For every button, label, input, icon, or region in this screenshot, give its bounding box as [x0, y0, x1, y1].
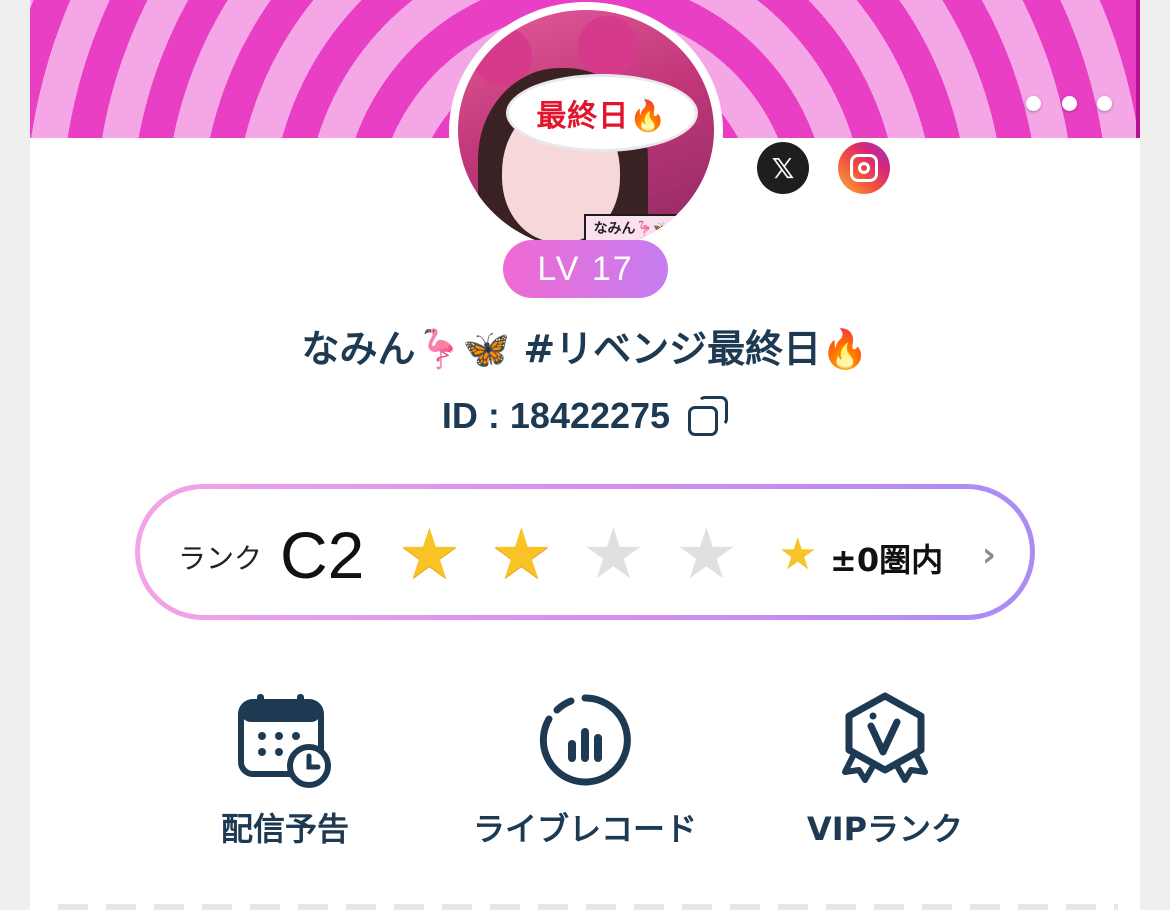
action-label: ライブレコード [472, 810, 697, 848]
profile-id: ID : 18422275 [441, 395, 671, 436]
avatar[interactable]: 最終日🔥 なみん🦩🦋 [458, 10, 714, 250]
star-empty-icon: ★ [582, 513, 645, 595]
broadcast-schedule-button[interactable]: 配信予告 [155, 690, 415, 860]
rank-card-inner: ランク C2 ★ ★ ★ ★ ★ ±0圏内 › [140, 489, 1030, 615]
copy-icon-front [688, 406, 719, 436]
banner-edge [1136, 0, 1140, 138]
vip-rank-button[interactable]: VIPランク [755, 690, 1015, 860]
profile-name: なみん🦩🦋 #リベンジ最終日🔥 [301, 327, 869, 371]
avatar-speech-bubble: 最終日🔥 [506, 74, 698, 152]
rank-value: C2 [280, 518, 365, 592]
more-dot-icon [1026, 95, 1041, 111]
avatar-name-tag: なみん🦩🦋 [584, 214, 680, 242]
instagram-icon [850, 154, 878, 182]
more-dot-icon [1061, 95, 1077, 111]
rank-status-star-icon: ★ [778, 529, 818, 580]
more-dot-icon [1097, 95, 1112, 111]
rank-status: ±0圏内 [830, 541, 944, 579]
more-options-button[interactable] [1026, 92, 1112, 114]
star-empty-icon: ★ [675, 513, 738, 595]
star-filled-icon: ★ [398, 513, 461, 595]
vip-badge-icon [842, 692, 928, 783]
rank-card[interactable]: ランク C2 ★ ★ ★ ★ ★ ±0圏内 › [135, 484, 1035, 620]
action-label: VIPランク [806, 810, 964, 848]
x-logo-icon: 𝕏 [771, 151, 795, 185]
id-row: ID : 18422275 [0, 395, 1170, 437]
copy-icon[interactable] [688, 396, 729, 436]
star-filled-icon: ★ [490, 513, 553, 595]
chevron-right-icon: › [982, 535, 997, 575]
section-divider [58, 904, 1118, 910]
rank-label: ランク [178, 542, 263, 575]
level-badge: LV 17 [503, 240, 668, 298]
action-label: 配信予告 [220, 810, 349, 848]
calendar-clock-icon [238, 694, 331, 788]
live-record-button[interactable]: ライブレコード [455, 690, 715, 860]
instagram-link[interactable] [838, 142, 890, 194]
chart-circle-icon [539, 694, 631, 786]
x-twitter-link[interactable]: 𝕏 [757, 142, 809, 194]
avatar-ear-decoration [578, 16, 638, 76]
